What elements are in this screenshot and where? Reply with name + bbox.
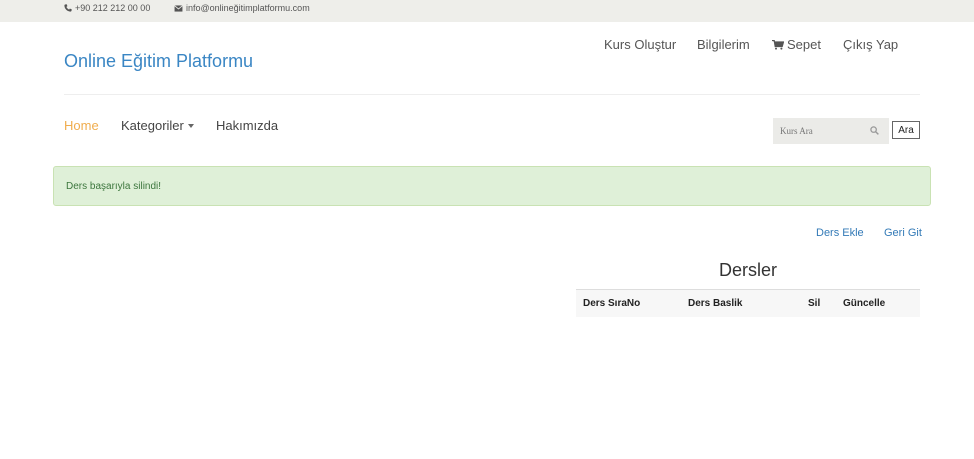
nav-categories-label: Kategoriler [121,118,184,133]
nav-categories-dropdown[interactable]: Kategoriler [121,118,194,133]
site-brand[interactable]: Online Eğitim Platformu [64,51,253,72]
add-lesson-link[interactable]: Ders Ekle [816,227,864,239]
shopping-cart-icon [772,39,785,50]
cart-link[interactable]: Sepet [772,37,821,52]
envelope-icon [174,5,183,12]
lessons-table-title: Dersler [718,260,777,280]
column-header-delete: Sil [808,298,821,309]
search-box [773,118,889,144]
search-input[interactable] [773,118,861,144]
header-divider [64,94,920,95]
caret-down-icon [187,124,194,128]
contact-phone: +90 212 212 00 00 [64,3,150,13]
column-header-title: Ders Baslik [688,298,743,309]
column-header-order: Ders SıraNo [583,298,641,309]
alert-message: Ders başarıyla silindi! [66,181,162,192]
email-address: info@onlineğitimplatformu.com [186,3,310,13]
go-back-link[interactable]: Geri Git [884,227,922,239]
phone-number: +90 212 212 00 00 [75,3,151,13]
cart-label: Sepet [787,37,821,52]
contact-email: info@onlineğitimplatformu.com [174,3,310,13]
nav-home[interactable]: Home [64,118,99,133]
create-course-link[interactable]: Kurs Oluştur [604,37,676,52]
phone-icon [64,4,72,12]
search-icon [870,126,879,135]
search-button[interactable]: Ara [892,121,920,139]
column-header-update: Güncelle [843,298,886,309]
my-info-link[interactable]: Bilgilerim [697,37,750,52]
logout-link[interactable]: Çıkış Yap [843,37,898,52]
success-alert: Ders başarıyla silindi! [53,166,931,206]
nav-about[interactable]: Hakımızda [216,118,278,133]
top-contact-bar: +90 212 212 00 00 info@onlineğitimplatfo… [0,0,974,22]
lessons-table-header: Ders SıraNo Ders Baslik Sil Güncelle [576,289,920,317]
